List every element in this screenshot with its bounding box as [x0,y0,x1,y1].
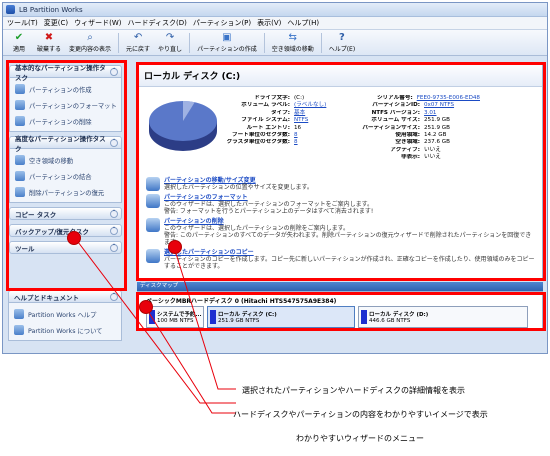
callout-details-text: 選択されたパーティションやハードディスクの詳細情報を表示 [242,386,465,395]
marker-wizard [67,231,81,245]
callout-line-diskmap [145,307,236,414]
callout-diskmap-text: ハードディスクやパーティションの内容をわかりやすいイメージで表示 [233,410,488,419]
marker-details [168,240,182,254]
marker-diskmap [139,300,153,314]
callout-wizard-text: わかりやすいウィザードのメニュー [296,434,424,443]
callout-line-wizard [74,237,236,404]
